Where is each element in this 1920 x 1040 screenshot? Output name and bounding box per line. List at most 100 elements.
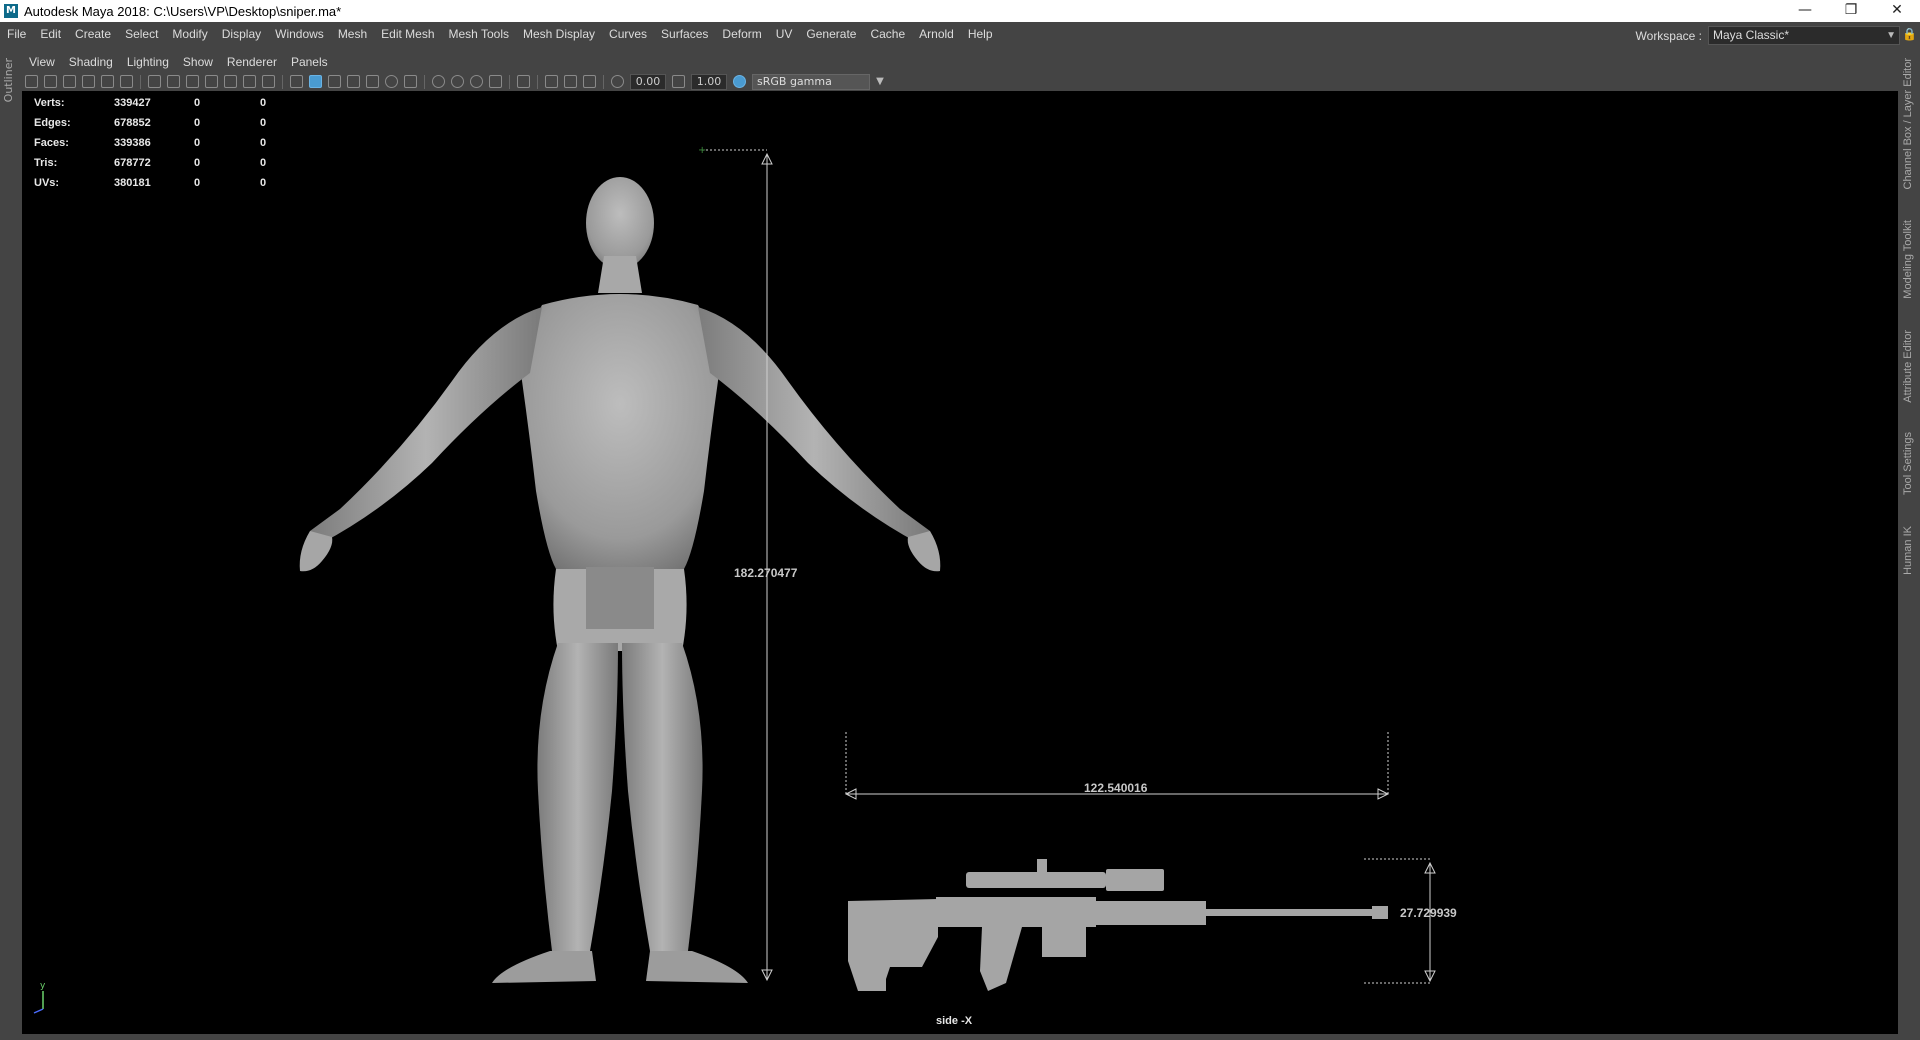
menu-deform[interactable]: Deform [715,27,768,41]
textured-icon[interactable] [366,75,379,88]
hud-row: UVs: 380181 0 0 [34,173,300,193]
rifle-mesh[interactable] [848,859,1388,991]
menu-curves[interactable]: Curves [602,27,654,41]
color-management-icon[interactable] [733,75,746,88]
tab-human-ik[interactable]: Human IK [1902,526,1914,575]
xray-joints-icon[interactable] [583,75,596,88]
right-dock-strip: Channel Box / Layer Editor Modeling Tool… [1898,46,1920,1040]
grid-icon[interactable] [148,75,161,88]
panel-menu-show[interactable]: Show [176,55,220,69]
menu-mesh[interactable]: Mesh [331,27,374,41]
lock-icon[interactable]: 🔒 [1902,27,1917,43]
panel-menu-panels[interactable]: Panels [284,55,335,69]
tab-attribute-editor[interactable]: Attribute Editor [1902,330,1914,403]
human-hand-left [907,531,941,572]
hud-value: 0 [260,177,267,189]
human-mesh[interactable] [299,177,941,983]
menu-uv[interactable]: UV [769,27,800,41]
hud-row: Edges: 678852 0 0 [34,113,300,133]
chevron-down-icon[interactable]: ▼ [873,75,887,89]
grease-pencil-icon[interactable] [120,75,133,88]
menu-windows[interactable]: Windows [268,27,331,41]
menu-select[interactable]: Select [118,27,165,41]
menu-file[interactable]: File [0,27,33,41]
xray-active-icon[interactable] [564,75,577,88]
tab-modeling-toolkit[interactable]: Modeling Toolkit [1902,220,1914,299]
menu-create[interactable]: Create [68,27,118,41]
maximize-button[interactable]: ❐ [1828,0,1874,22]
close-button[interactable]: ✕ [1874,0,1920,22]
viewport-panel[interactable]: + y Verts: 339427 0 0 Edges: 678852 0 0 … [22,91,1898,1034]
depth-of-field-icon[interactable] [489,75,502,88]
rifle-grip [980,927,1022,991]
panel-menu-renderer[interactable]: Renderer [220,55,284,69]
panel-menu-shading[interactable]: Shading [62,55,120,69]
panel-menu-view[interactable]: View [22,55,62,69]
panel-menu-lighting[interactable]: Lighting [120,55,176,69]
height-measure-locator: + [698,145,706,156]
wireframe-icon[interactable] [290,75,303,88]
toolbar-divider [537,74,538,89]
censor-box [586,567,654,629]
resolution-gate-icon[interactable] [186,75,199,88]
chevron-down-icon: ▼ [1886,30,1896,41]
rifle-stock [848,899,938,991]
menu-mesh-display[interactable]: Mesh Display [516,27,602,41]
film-gate-icon[interactable] [167,75,180,88]
tab-channel-box[interactable]: Channel Box / Layer Editor [1902,58,1914,189]
wireframe-on-shaded-icon[interactable] [347,75,360,88]
menu-cache[interactable]: Cache [863,27,912,41]
menu-modify[interactable]: Modify [165,27,214,41]
hud-value: 0 [194,177,201,189]
human-leg-right [537,643,618,951]
hud-row: Verts: 339427 0 0 [34,93,300,113]
toolbar-divider [424,74,425,89]
anti-aliasing-icon[interactable] [470,75,483,88]
menu-edit[interactable]: Edit [33,27,68,41]
safe-action-icon[interactable] [243,75,256,88]
xray-icon[interactable] [545,75,558,88]
menu-edit-mesh[interactable]: Edit Mesh [374,27,441,41]
menu-arnold[interactable]: Arnold [912,27,961,41]
height-measure[interactable]: + [698,145,773,982]
exposure-icon[interactable] [611,75,624,88]
tab-tool-settings[interactable]: Tool Settings [1902,432,1914,495]
tab-outliner[interactable]: Outliner [2,58,15,102]
toolbar-divider [140,74,141,89]
minimize-button[interactable]: — [1782,0,1828,22]
shadows-icon[interactable] [404,75,417,88]
smooth-shade-icon[interactable] [309,75,322,88]
safe-title-icon[interactable] [262,75,275,88]
rifle-height-measure[interactable] [1364,858,1436,984]
gamma-icon[interactable] [672,75,685,88]
hud-value: 0 [194,97,201,109]
gate-mask-icon[interactable] [205,75,218,88]
screen-space-ao-icon[interactable] [432,75,445,88]
isolate-select-icon[interactable] [517,75,530,88]
bookmarks-icon[interactable] [63,75,76,88]
workspace-selector: Workspace : Maya Classic* ▼ [1636,26,1900,45]
camera-attributes-icon[interactable] [44,75,57,88]
use-all-lights-icon[interactable] [385,75,398,88]
default-material-icon[interactable] [328,75,341,88]
motion-blur-icon[interactable] [451,75,464,88]
human-leg-left [622,643,703,951]
exposure-field[interactable]: 0.00 [630,73,666,90]
menu-surfaces[interactable]: Surfaces [654,27,715,41]
toolbar-divider [603,74,604,89]
field-chart-icon[interactable] [224,75,237,88]
gamma-field[interactable]: 1.00 [691,73,727,90]
view-transform-dropdown[interactable]: sRGB gamma [752,73,870,90]
menu-mesh-tools[interactable]: Mesh Tools [442,27,516,41]
image-plane-icon[interactable] [82,75,95,88]
menu-generate[interactable]: Generate [799,27,863,41]
menu-help[interactable]: Help [961,27,1000,41]
workspace-dropdown[interactable]: Maya Classic* ▼ [1708,26,1900,45]
2d-pan-zoom-icon[interactable] [101,75,114,88]
poly-count-hud: Verts: 339427 0 0 Edges: 678852 0 0 Faces: 339386… [34,93,300,193]
menu-display[interactable]: Display [215,27,268,41]
select-camera-icon[interactable] [25,75,38,88]
hud-label: Edges: [34,117,71,129]
hud-row: Faces: 339386 0 0 [34,133,300,153]
rifle-scope-turret [1037,859,1047,875]
